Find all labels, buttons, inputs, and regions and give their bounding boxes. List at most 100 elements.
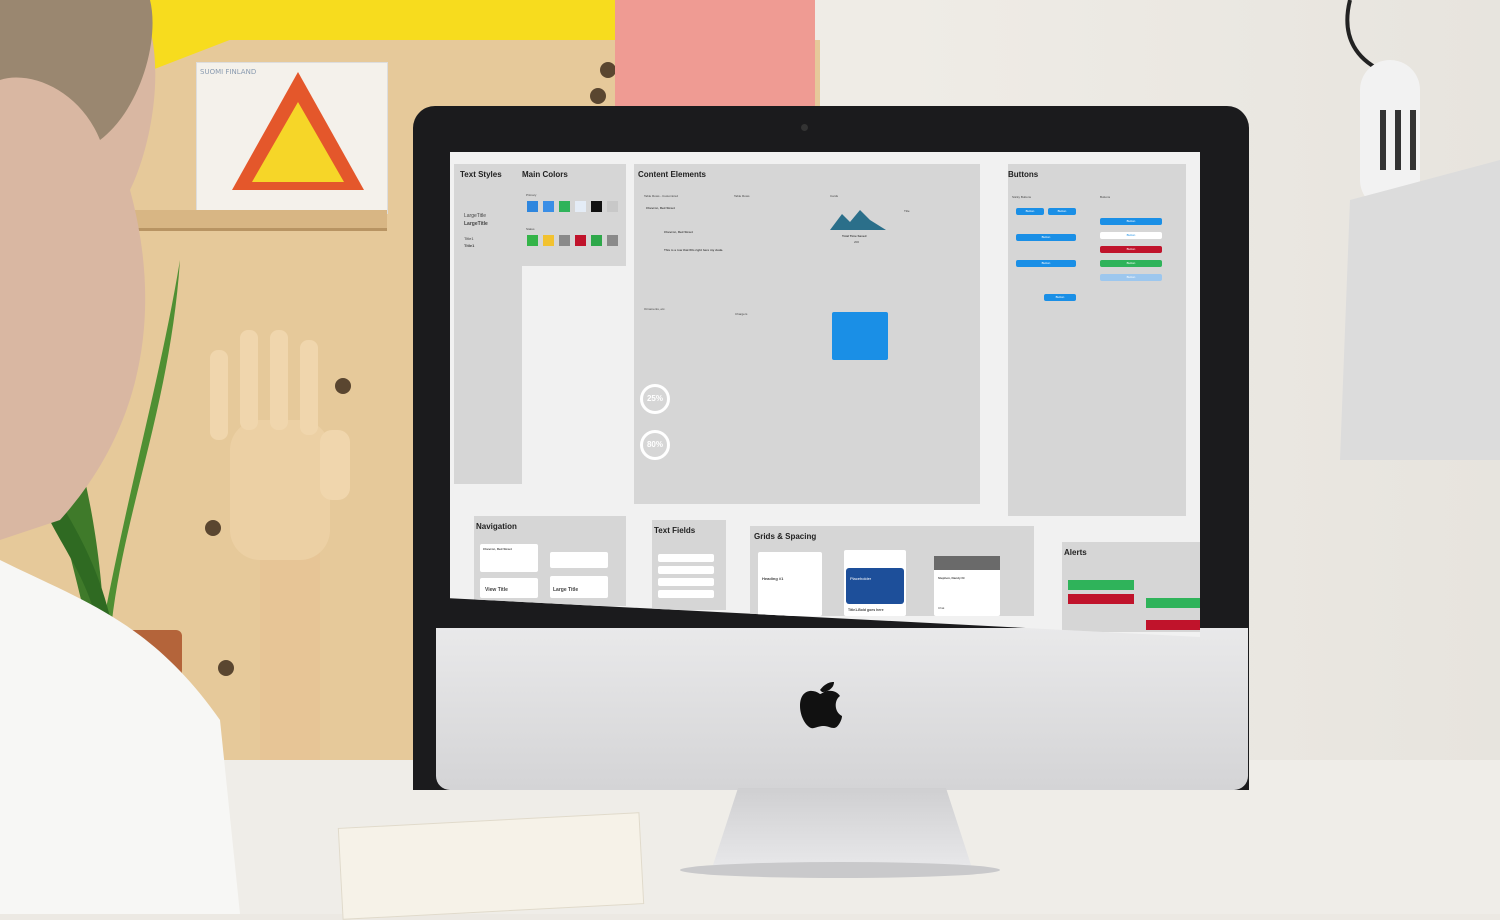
- table-row: This is a row that fills right here my d…: [664, 248, 724, 252]
- variant-button[interactable]: Button: [1100, 232, 1162, 239]
- grid-heading: Heading #1: [762, 576, 784, 581]
- table-row: Chevron, Red Street: [646, 206, 675, 210]
- text-field[interactable]: [658, 578, 714, 586]
- camera-icon: [801, 124, 808, 131]
- board-content-elements: Content Elements Table Rows - Customized…: [634, 164, 980, 504]
- nav-large-title: Large Title: [553, 587, 579, 593]
- section-label: Table Rows - Customized: [644, 194, 679, 198]
- nav-bar: [550, 552, 608, 568]
- progress-ring: 25%: [640, 384, 670, 414]
- swatch-group-label: Status: [526, 227, 535, 231]
- alert-success[interactable]: [1068, 580, 1134, 590]
- nav-bar: View Title: [480, 578, 538, 598]
- alert-error[interactable]: [1146, 620, 1200, 630]
- color-swatch: [559, 201, 570, 212]
- text-sample: Title1: [464, 243, 475, 248]
- color-swatch: [591, 201, 602, 212]
- section-label: Chargers: [735, 312, 748, 316]
- stat-card: Total Time Saved 200: [830, 208, 886, 248]
- stat-value: 200: [854, 240, 860, 244]
- board-text-fields: Text Fields: [652, 520, 726, 610]
- text-field[interactable]: [658, 590, 714, 598]
- nav-card: Chevron, Red Street: [480, 544, 538, 572]
- text-field[interactable]: [658, 566, 714, 574]
- section-label: Sticky Buttons: [1012, 195, 1032, 199]
- color-swatch: [527, 235, 538, 246]
- section-label: Cards: [830, 194, 839, 198]
- image-caption: Title1-Bold goes here: [848, 608, 884, 612]
- profile-sub: Chat: [938, 606, 945, 610]
- nav-card-title: Chevron, Red Street: [483, 547, 512, 551]
- promo-card[interactable]: [832, 312, 888, 360]
- color-swatch: [591, 235, 602, 246]
- imac-stand: [712, 788, 972, 868]
- nav-view-title: View Title: [485, 587, 508, 593]
- section-label: Table Rows: [734, 194, 750, 198]
- board-title: Navigation: [476, 522, 517, 531]
- variant-button[interactable]: Button: [1100, 274, 1162, 281]
- placeholder-image: Placeholder: [846, 568, 904, 604]
- board-buttons: Buttons Sticky Buttons Buttons Button Bu…: [1008, 164, 1186, 516]
- mountain-chart-icon: [830, 210, 886, 230]
- monitor-screen: Text Styles LargeTitle LargeTitle Title1…: [450, 152, 1200, 637]
- swatch-group-label: Primary: [526, 193, 537, 197]
- peg-hole: [600, 62, 616, 78]
- text-sample: LargeTitle: [464, 213, 487, 219]
- board-navigation: Navigation Chevron, Red Street View Titl…: [474, 516, 626, 606]
- color-swatch: [575, 201, 586, 212]
- board-title: Content Elements: [638, 170, 707, 179]
- alert-success[interactable]: [1146, 598, 1200, 608]
- imac-chin: [436, 628, 1248, 790]
- color-swatch: [575, 235, 586, 246]
- board-title: Text Fields: [654, 526, 696, 535]
- board-main-colors: Main Colors Primary Status: [518, 164, 626, 266]
- grid-sample-card: Heading #1: [758, 552, 822, 616]
- profile-card: Stephen, Dandy Dr Chat: [934, 556, 1000, 616]
- sticky-button[interactable]: Button: [1044, 294, 1076, 301]
- board-title: Buttons: [1008, 170, 1039, 179]
- section-label: Title: [904, 209, 910, 213]
- color-swatch: [607, 235, 618, 246]
- sticky-button[interactable]: Button: [1016, 208, 1044, 215]
- section-label: Buttons: [1100, 195, 1111, 199]
- text-sample: LargeTitle: [464, 221, 488, 227]
- table-row: Chevron, Red Street: [664, 230, 693, 234]
- peg-hole: [590, 88, 606, 104]
- color-swatch: [543, 235, 554, 246]
- section-label: Ornaments, etc.: [644, 307, 666, 311]
- board-title: Text Styles: [460, 170, 502, 179]
- apple-logo-icon: [800, 682, 842, 729]
- board-title: Alerts: [1064, 548, 1087, 557]
- pink-poster: [615, 0, 815, 108]
- stat-label: Total Time Saved: [842, 234, 867, 238]
- board-title: Main Colors: [522, 170, 568, 179]
- board-grids-spacing: Grids & Spacing Heading #1 Placeholder T…: [750, 526, 1034, 616]
- text-sample: Title1: [464, 236, 474, 241]
- desk-lamp: [1340, 0, 1500, 460]
- board-alerts: Alerts: [1062, 542, 1200, 632]
- text-field[interactable]: [658, 554, 714, 562]
- profile-header: [934, 556, 1000, 570]
- progress-ring: 80%: [640, 430, 670, 460]
- variant-button[interactable]: Button: [1100, 260, 1162, 267]
- person-silhouette: [0, 0, 240, 914]
- color-swatch: [559, 235, 570, 246]
- sticky-button[interactable]: Button: [1016, 260, 1076, 267]
- image-card: Placeholder Title1-Bold goes here: [844, 550, 906, 616]
- sticky-button[interactable]: Button: [1016, 234, 1076, 241]
- reindeer-icon: [252, 102, 344, 182]
- board-title: Grids & Spacing: [754, 532, 817, 541]
- profile-name: Stephen, Dandy Dr: [938, 576, 965, 580]
- placeholder-label: Placeholder: [850, 576, 872, 581]
- variant-button[interactable]: Button: [1100, 246, 1162, 253]
- sticky-button[interactable]: Button: [1048, 208, 1076, 215]
- color-swatch: [527, 201, 538, 212]
- color-swatch: [543, 201, 554, 212]
- variant-button[interactable]: Button: [1100, 218, 1162, 225]
- nav-bar-large: Large Title: [550, 576, 608, 598]
- board-text-styles: Text Styles LargeTitle LargeTitle Title1…: [454, 164, 522, 484]
- alert-error[interactable]: [1068, 594, 1134, 604]
- sketch-paper: [337, 812, 645, 920]
- imac-stand-foot: [680, 862, 1000, 878]
- color-swatch: [607, 201, 618, 212]
